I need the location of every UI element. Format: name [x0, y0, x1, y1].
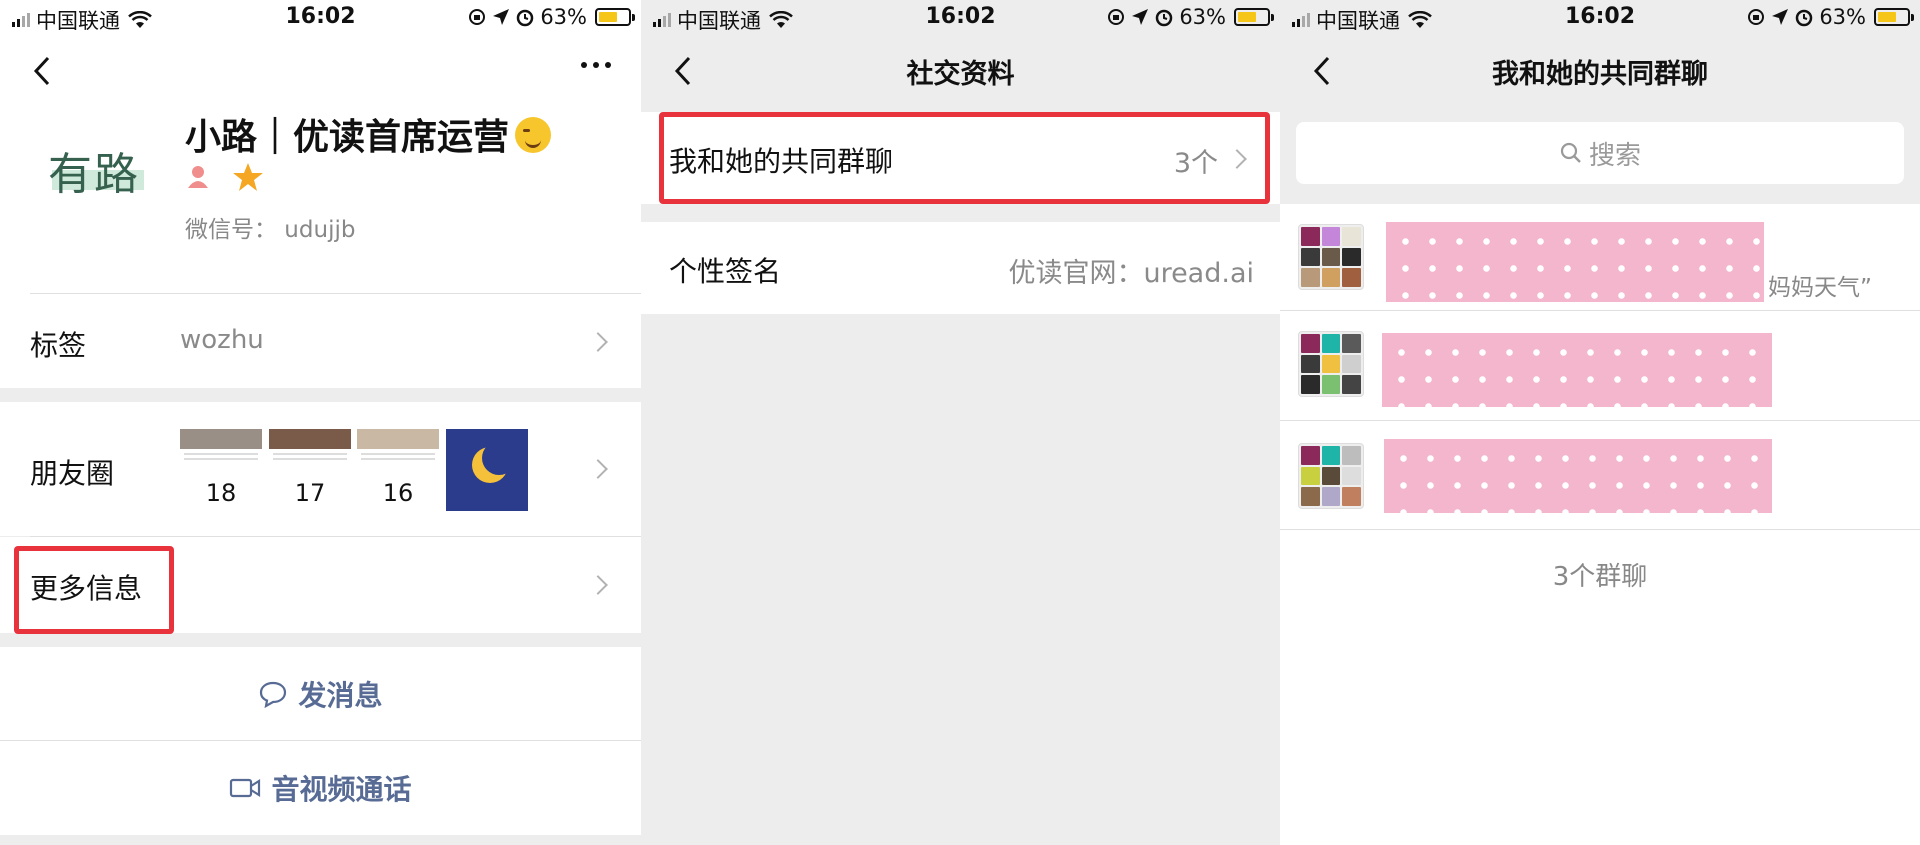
group-item[interactable]: 妈妈天气”	[1280, 204, 1920, 310]
battery-icon	[1874, 8, 1914, 26]
video-camera-icon	[230, 778, 261, 798]
profile-name: 小路｜优读首席运营	[185, 108, 552, 160]
social-info-screen: 中国联通 16:02 63% 社交资料 我和她的共同群聊 3个 个性签名 优读官…	[641, 0, 1280, 845]
divider	[1280, 529, 1920, 530]
moment-thumbnail: 18	[180, 429, 262, 511]
moment-thumbnail: 16	[357, 429, 439, 511]
common-groups-screen: 中国联通 16:02 63% 我和她的共同群聊 搜索 妈妈天气” 3个群聊	[1280, 0, 1920, 845]
alarm-icon	[1156, 9, 1173, 27]
tags-row[interactable]: 标签 wozhu	[0, 294, 641, 388]
battery-icon	[1234, 8, 1274, 26]
location-icon	[493, 9, 510, 25]
battery-percent: 63%	[1819, 5, 1866, 29]
battery-fill	[599, 12, 617, 22]
status-bar: 中国联通 16:02 63%	[1280, 0, 1920, 34]
highlight-box	[659, 112, 1270, 204]
video-call-button[interactable]: 音视频通话	[0, 741, 641, 835]
more-options-icon[interactable]	[581, 62, 611, 68]
redacted-group-name	[1382, 333, 1772, 407]
wink-emoji-icon	[515, 117, 552, 153]
back-arrow-icon[interactable]	[28, 54, 58, 88]
group-count: 3个群聊	[1552, 562, 1648, 592]
chevron-right-icon	[588, 332, 608, 352]
nav-bar	[0, 34, 641, 106]
contact-profile-screen: 中国联通 16:02 63% 有路 小路｜优读首席运营 微信号： udujjb …	[0, 0, 641, 845]
page-title: 社交资料	[906, 59, 1015, 90]
chat-bubble-icon	[260, 681, 287, 708]
redacted-group-name	[1386, 222, 1764, 302]
wechat-id: 微信号： udujjb	[185, 217, 356, 243]
search-bar[interactable]: 搜索	[1296, 122, 1904, 184]
star-icon	[233, 163, 263, 191]
highlight-box	[14, 546, 174, 634]
rotation-lock-icon	[1108, 9, 1125, 25]
chevron-right-icon	[588, 575, 608, 595]
alarm-icon	[1796, 9, 1813, 27]
page-title: 我和她的共同群聊	[1492, 59, 1708, 90]
group-avatar	[1298, 443, 1364, 509]
battery-fill	[1878, 12, 1896, 22]
moment-thumbnail-moon	[446, 429, 528, 511]
battery-percent: 63%	[540, 5, 587, 29]
status-bar: 中国联通 16:02 63%	[641, 0, 1280, 34]
profile-avatar[interactable]: 有路	[48, 138, 148, 208]
alarm-icon	[517, 9, 534, 27]
nav-bar: 社交资料	[641, 34, 1280, 106]
rotation-lock-icon	[1748, 9, 1765, 25]
female-gender-icon	[188, 166, 208, 188]
battery-fill	[1238, 12, 1256, 22]
group-item[interactable]	[1280, 311, 1920, 417]
nav-bar: 我和她的共同群聊	[1280, 34, 1920, 106]
status-bar: 中国联通 16:02 63%	[0, 0, 641, 34]
search-placeholder: 搜索	[1588, 140, 1641, 171]
chevron-right-icon	[588, 459, 608, 479]
group-avatar	[1298, 224, 1364, 290]
battery-icon	[595, 8, 635, 26]
location-icon	[1132, 9, 1149, 25]
signature-row: 个性签名 优读官网：uread.ai	[641, 222, 1280, 314]
group-avatar	[1298, 331, 1364, 397]
group-name-fragment: 妈妈天气”	[1768, 275, 1872, 301]
rotation-lock-icon	[469, 9, 486, 25]
battery-percent: 63%	[1179, 5, 1226, 29]
moment-thumbnail: 17	[269, 429, 351, 511]
send-message-button[interactable]: 发消息	[0, 647, 641, 740]
location-icon	[1772, 9, 1789, 25]
search-icon	[1560, 142, 1581, 163]
group-item[interactable]	[1280, 421, 1920, 527]
redacted-group-name	[1384, 439, 1772, 513]
moments-row[interactable]: 朋友圈 18 17 16	[0, 402, 641, 536]
